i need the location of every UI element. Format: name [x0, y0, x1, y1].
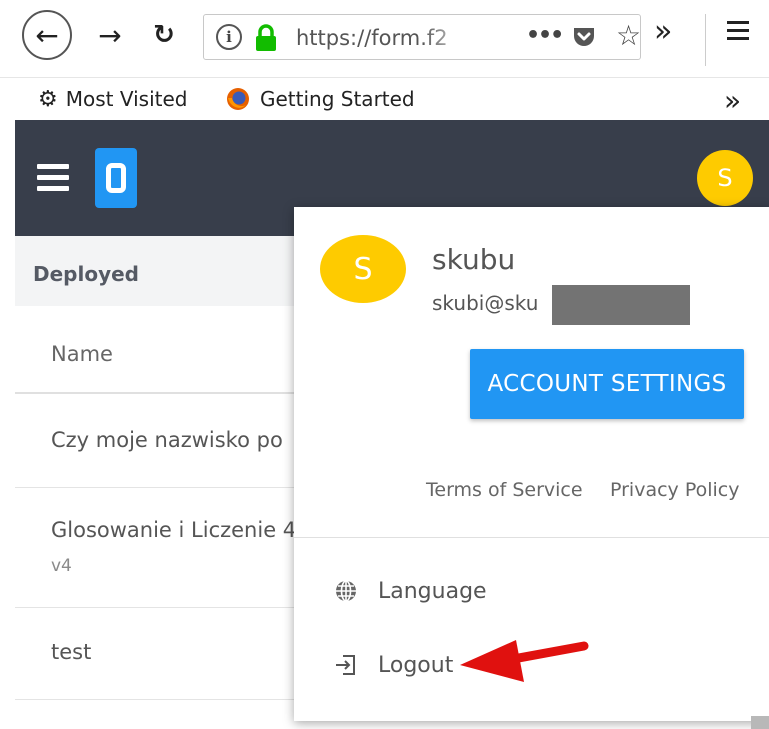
terms-of-service-link[interactable]: Terms of Service — [426, 479, 583, 501]
form-name[interactable]: Czy moje nazwisko po — [51, 428, 283, 452]
section-title: Deployed — [33, 262, 139, 286]
arrow-right-icon: → — [98, 18, 122, 52]
toolbar-overflow-button[interactable]: » — [654, 14, 672, 49]
logout-menu-item[interactable]: Logout — [334, 649, 453, 681]
form-version: v4 — [51, 556, 72, 576]
bookmark-most-visited[interactable]: ⚙ Most Visited — [38, 85, 187, 113]
account-username: skubu — [432, 243, 516, 276]
column-header-name[interactable]: Name — [51, 342, 113, 366]
firefox-icon — [227, 88, 249, 110]
forward-button[interactable]: → — [92, 16, 128, 54]
browser-menu-icon[interactable] — [724, 18, 752, 44]
bookmark-getting-started[interactable]: Getting Started — [226, 85, 415, 113]
logout-icon — [336, 655, 355, 675]
privacy-policy-link[interactable]: Privacy Policy — [610, 479, 739, 501]
bookmark-star-icon[interactable]: ☆ — [616, 19, 641, 52]
account-avatar: S — [320, 235, 406, 303]
form-name[interactable]: Glosowanie i Liczenie 4 — [51, 518, 296, 542]
lock-icon — [256, 24, 276, 51]
menu-icon[interactable] — [37, 164, 69, 192]
url-text[interactable]: https://form.f2 — [296, 26, 476, 50]
globe-icon — [336, 580, 356, 602]
user-avatar-button[interactable]: S — [697, 150, 753, 206]
gear-icon: ⚙ — [38, 86, 58, 112]
form-name[interactable]: test — [51, 640, 91, 664]
browser-toolbar: ← → ↻ i https://form.f2 ••• ☆ » — [0, 0, 769, 78]
red-arrow-annotation — [460, 640, 589, 682]
account-settings-button[interactable]: ACCOUNT SETTINGS — [470, 349, 744, 419]
info-icon[interactable]: i — [216, 24, 242, 50]
url-bar[interactable]: i https://form.f2 ••• ☆ — [203, 14, 641, 60]
logout-label: Logout — [378, 652, 454, 678]
app-logo[interactable] — [95, 148, 137, 208]
scrollbar[interactable] — [751, 716, 769, 729]
reload-icon: ↻ — [153, 20, 175, 50]
reload-button[interactable]: ↻ — [146, 16, 182, 54]
arrow-left-icon: ← — [35, 18, 59, 52]
account-email: skubi@sku — [432, 291, 539, 315]
language-label: Language — [378, 578, 487, 604]
page-actions-more-icon[interactable]: ••• — [526, 23, 564, 48]
language-menu-item[interactable]: Language — [334, 575, 487, 607]
pocket-icon[interactable] — [572, 25, 596, 49]
bookmarks-bar: ⚙ Most Visited Getting Started » — [0, 78, 769, 120]
redaction-box — [552, 285, 690, 325]
toolbar-divider — [705, 14, 706, 66]
bookmark-label: Getting Started — [260, 87, 415, 111]
bookmark-label: Most Visited — [65, 87, 188, 111]
bookmarks-overflow-button[interactable]: » — [724, 84, 741, 117]
menu-divider — [294, 537, 769, 538]
back-button[interactable]: ← — [22, 10, 72, 60]
